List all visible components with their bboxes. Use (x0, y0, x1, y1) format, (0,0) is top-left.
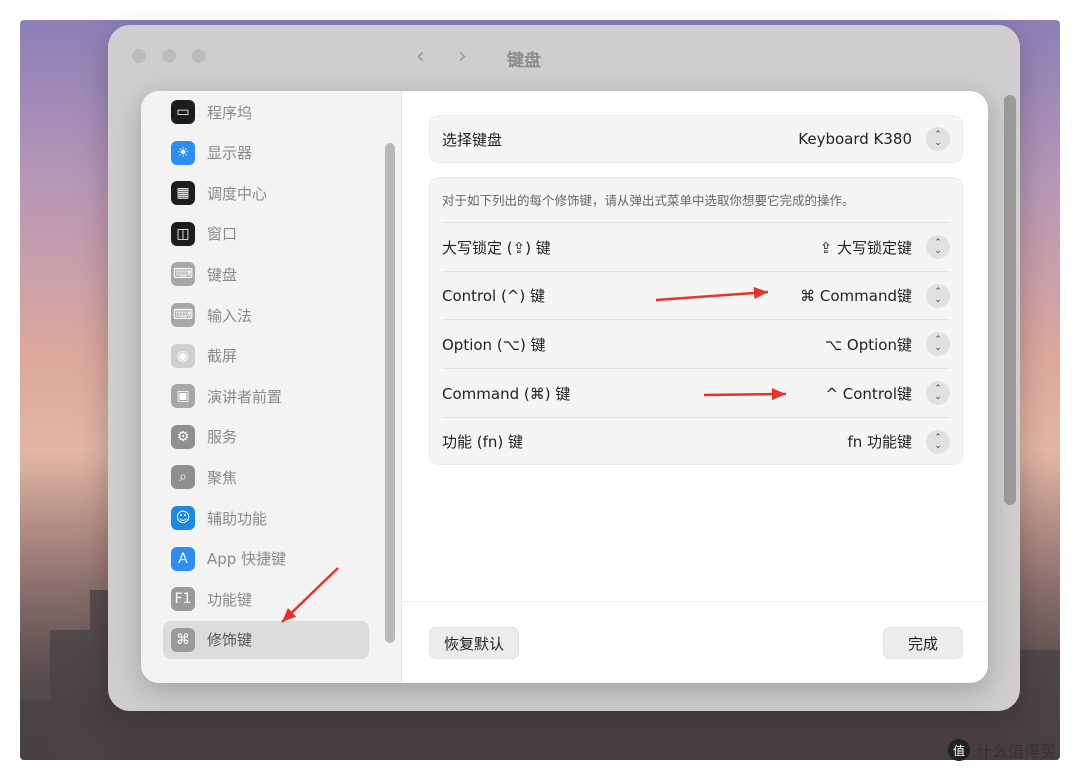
popup-stepper-icon[interactable]: ⌃ ⌄ (926, 283, 950, 308)
sidebar-item[interactable]: ▣ 演讲者前置 (163, 377, 369, 415)
sidebar-item[interactable]: ☺ 辅助功能 (163, 499, 369, 537)
sidebar-item[interactable]: ▭ 程序坞 (163, 93, 369, 131)
sidebar-item-label: 键盘 (207, 265, 238, 284)
presenter-overlay-icon: ▣ (171, 384, 195, 409)
function-key-icon: F1 (171, 587, 195, 612)
modifier-key-label: Command (⌘) 键 (442, 384, 571, 403)
modifier-keys-card: 对于如下列出的每个修饰键，请从弹出式菜单中选取你想要它完成的操作。 大写锁定 (… (429, 177, 963, 465)
sidebar-item[interactable]: ◉ 截屏 (163, 337, 369, 375)
app-store-icon: A (171, 546, 195, 571)
modifier-action-value: fn 功能键 (847, 433, 912, 452)
forward-chevron-icon[interactable]: › (458, 44, 467, 69)
input-method-icon: ⌨ (171, 303, 195, 327)
keyboard-select-row[interactable]: 选择键盘 Keyboard K380 ⌃ ⌄ (442, 116, 950, 162)
window-scrollbar[interactable] (1004, 95, 1016, 505)
modifier-row[interactable]: Control (^) 键 ⌘ Command键 ⌃ ⌄ (442, 270, 950, 320)
modifier-action-value: ^ Control键 (825, 384, 912, 403)
sidebar-item[interactable]: ⌘ 修饰键 (163, 620, 369, 659)
window-icon: ◫ (171, 221, 195, 246)
sidebar-item-label: 功能键 (207, 590, 253, 609)
window-close-button[interactable] (132, 49, 146, 63)
sidebar-item[interactable]: ⚙ 服务 (163, 418, 369, 456)
sidebar-item[interactable]: ⌨ 键盘 (163, 255, 369, 293)
keyboard-select-value: Keyboard K380 (798, 130, 912, 148)
modifier-key-label: Control (^) 键 (442, 287, 546, 306)
mission-control-icon: ▦ (171, 181, 195, 206)
modifier-keys-sheet: ▭ 程序坞 ☀ 显示器 ▦ 调度中心 ◫ 窗口 ⌨ 键盘 ⌨ 输入法 ◉ 截屏 ▣ 演讲者前置 ⚙ 服务 ⌕ 聚焦 ☺ 辅… (141, 91, 988, 683)
popup-stepper-icon[interactable]: ⌃ ⌄ (926, 381, 950, 406)
dock-icon: ▭ (171, 100, 195, 124)
sidebar-item-label: 服务 (207, 428, 238, 447)
sidebar-item[interactable]: ⌕ 聚焦 (163, 458, 369, 496)
sidebar-item-label: App 快捷键 (207, 550, 287, 569)
watermark-text: 什么值得买 (976, 742, 1057, 761)
sidebar-item-label: 窗口 (207, 225, 238, 244)
city-building (20, 700, 110, 760)
modifier-action-value: ⌥ Option键 (824, 335, 912, 354)
command-key-icon: ⌘ (171, 627, 195, 652)
window-title: 键盘 (507, 51, 541, 71)
watermark-badge-icon: 值 (948, 739, 970, 761)
screenshot-icon: ◉ (171, 343, 195, 368)
sidebar-item[interactable]: ▦ 调度中心 (163, 174, 369, 212)
modifier-row[interactable]: 大写锁定 (⇪) 键 ⇪ 大写锁定键 ⌃ ⌄ (442, 222, 950, 271)
accessibility-icon: ☺ (171, 506, 195, 530)
window-minimize-button[interactable] (162, 49, 176, 63)
sidebar-item-label: 演讲者前置 (207, 387, 283, 406)
modifier-action-value: ⇪ 大写锁定键 (819, 238, 912, 257)
sidebar-item[interactable]: ◫ 窗口 (163, 215, 369, 253)
popup-stepper-icon[interactable]: ⌃ ⌄ (926, 332, 950, 357)
modifier-row[interactable]: 功能 (fn) 键 fn 功能键 ⌃ ⌄ (442, 416, 950, 466)
keyboard-select-card: 选择键盘 Keyboard K380 ⌃ ⌄ (429, 115, 963, 163)
modifier-key-label: 功能 (fn) 键 (442, 433, 524, 452)
modifier-row[interactable]: Option (⌥) 键 ⌥ Option键 ⌃ ⌄ (442, 319, 950, 368)
back-chevron-icon[interactable]: ‹ (416, 44, 425, 69)
sidebar-item[interactable]: A App 快捷键 (163, 540, 369, 578)
sidebar-item-label: 聚焦 (207, 468, 238, 487)
gears-icon: ⚙ (171, 424, 195, 449)
sidebar-scrollbar[interactable] (385, 143, 395, 643)
sidebar-item-label: 显示器 (207, 144, 253, 163)
popup-stepper-icon[interactable]: ⌃ ⌄ (926, 429, 950, 454)
sidebar-item-label: 输入法 (207, 306, 253, 325)
modifier-row[interactable]: Command (⌘) 键 ^ Control键 ⌃ ⌄ (442, 368, 950, 417)
sheet-sidebar: ▭ 程序坞 ☀ 显示器 ▦ 调度中心 ◫ 窗口 ⌨ 键盘 ⌨ 输入法 ◉ 截屏 ▣ 演讲者前置 ⚙ 服务 ⌕ 聚焦 ☺ 辅… (141, 91, 402, 683)
sidebar-item[interactable]: F1 功能键 (163, 580, 369, 618)
watermark: 值 什么值得买 (948, 738, 1056, 762)
display-brightness-icon: ☀ (171, 140, 195, 165)
keyboard-select-label: 选择键盘 (442, 130, 503, 149)
popup-stepper-icon[interactable]: ⌃ ⌄ (926, 235, 950, 259)
sidebar-item-label: 辅助功能 (207, 509, 268, 528)
spotlight-search-icon: ⌕ (171, 465, 195, 490)
popup-stepper-icon[interactable]: ⌃ ⌄ (926, 127, 950, 151)
done-button[interactable]: 完成 (883, 627, 963, 659)
sidebar-item-label: 修饰键 (207, 631, 253, 650)
sidebar-item[interactable]: ☀ 显示器 (163, 134, 369, 172)
modifier-action-value: ⌘ Command键 (800, 287, 912, 306)
modifier-description: 对于如下列出的每个修饰键，请从弹出式菜单中选取你想要它完成的操作。 (442, 193, 855, 208)
modifier-key-label: Option (⌥) 键 (442, 335, 546, 354)
keyboard-icon: ⌨ (171, 262, 195, 287)
sidebar-item-label: 调度中心 (207, 184, 268, 203)
sheet-footer-divider (401, 601, 988, 602)
modifier-key-label: 大写锁定 (⇪) 键 (442, 238, 551, 257)
window-zoom-button[interactable] (192, 49, 206, 63)
sidebar-item-label: 截屏 (207, 347, 238, 366)
restore-defaults-button[interactable]: 恢复默认 (429, 627, 520, 659)
sidebar-item[interactable]: ⌨ 输入法 (163, 296, 369, 334)
sidebar-item-label: 程序坞 (207, 103, 253, 122)
